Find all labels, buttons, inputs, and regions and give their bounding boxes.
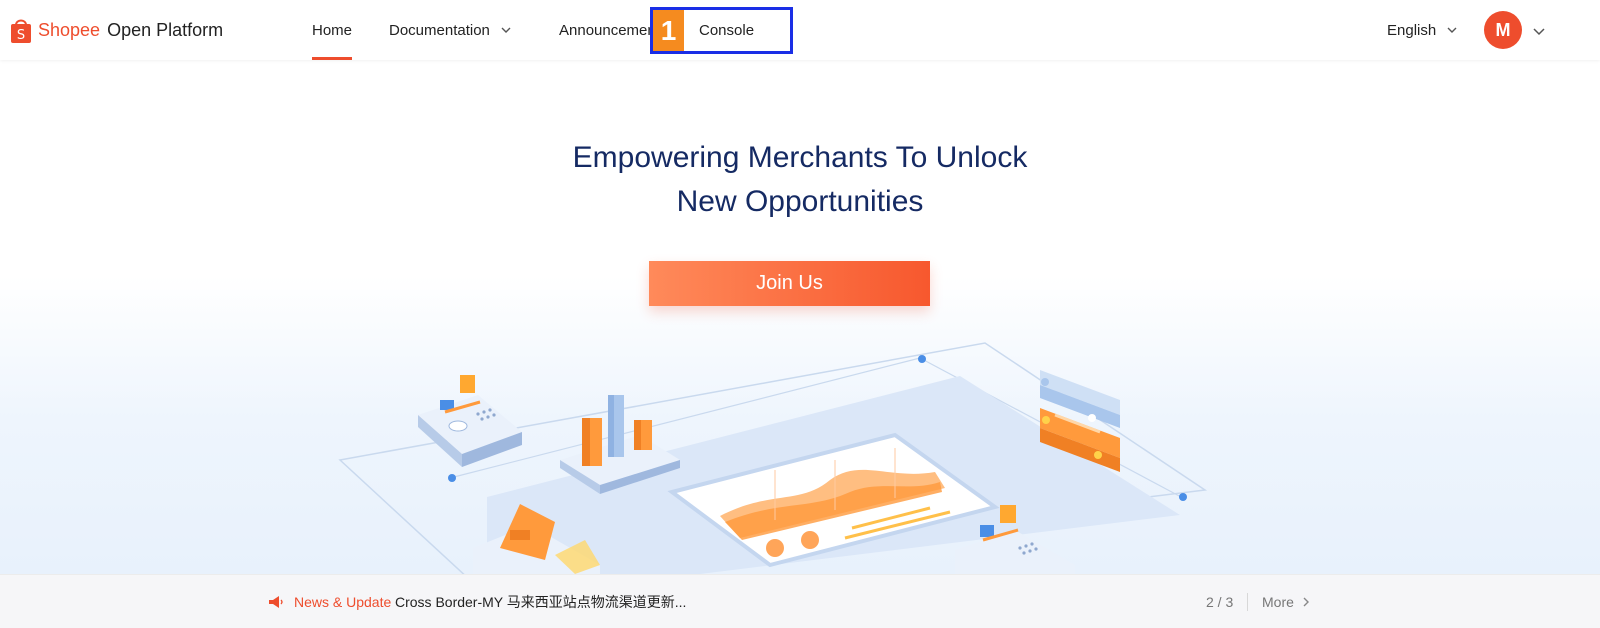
language-label: English [1387, 21, 1437, 39]
nav-documentation[interactable]: Documentation [389, 0, 512, 60]
nav-documentation-label: Documentation [389, 21, 490, 39]
news-more-label: More [1262, 594, 1294, 610]
top-nav-bar: S Shopee Open Platform Home Documentatio… [0, 0, 1600, 60]
chevron-down-icon [1447, 27, 1457, 33]
platform-name: Open Platform [107, 19, 224, 40]
chevron-down-icon[interactable] [1532, 24, 1546, 38]
annotation-number-badge: 1 [653, 10, 684, 51]
nav-announcement-label: Announcement [559, 21, 655, 39]
brand-name: Shopee [38, 19, 101, 40]
nav-console[interactable]: Console [699, 0, 754, 60]
news-label: News & Update [294, 594, 392, 610]
news-bar: News & Update Cross Border-MY 马来西亚站点物流渠道… [0, 574, 1600, 628]
chevron-right-icon [1303, 597, 1309, 607]
hero-title-line2: New Opportunities [676, 185, 924, 218]
phone-card [418, 375, 522, 467]
divider [1247, 593, 1248, 611]
shopee-bag-icon: S [11, 19, 31, 43]
hero-title: Empowering Merchants To Unlock New Oppor… [0, 136, 1600, 224]
svg-text:S: S [17, 28, 25, 43]
active-tab-indicator [312, 57, 353, 60]
news-pagination: 2 / 3 [1206, 594, 1234, 610]
hero-title-line1: Empowering Merchants To Unlock [572, 141, 1028, 174]
nav-announcement[interactable]: Announcement [559, 0, 655, 60]
node-dot [448, 474, 456, 482]
hero-section: Empowering Merchants To Unlock New Oppor… [0, 60, 1600, 574]
user-avatar[interactable]: M [1484, 11, 1522, 49]
nav-home[interactable]: Home [312, 0, 353, 60]
news-more-link[interactable]: More [1262, 575, 1312, 628]
nav-console-label: Console [699, 21, 755, 39]
megaphone-icon [269, 596, 283, 608]
nav-home-label: Home [312, 21, 353, 39]
news-headline-link[interactable]: Cross Border-MY 马来西亚站点物流渠道更新... [395, 575, 686, 628]
language-selector[interactable]: English [1387, 0, 1458, 60]
chevron-down-icon [501, 27, 511, 33]
node-dot [918, 355, 926, 363]
join-us-button[interactable]: Join Us [649, 261, 930, 306]
node-dot [1179, 493, 1187, 501]
shopee-logo[interactable]: S Shopee Open Platform [10, 13, 223, 47]
